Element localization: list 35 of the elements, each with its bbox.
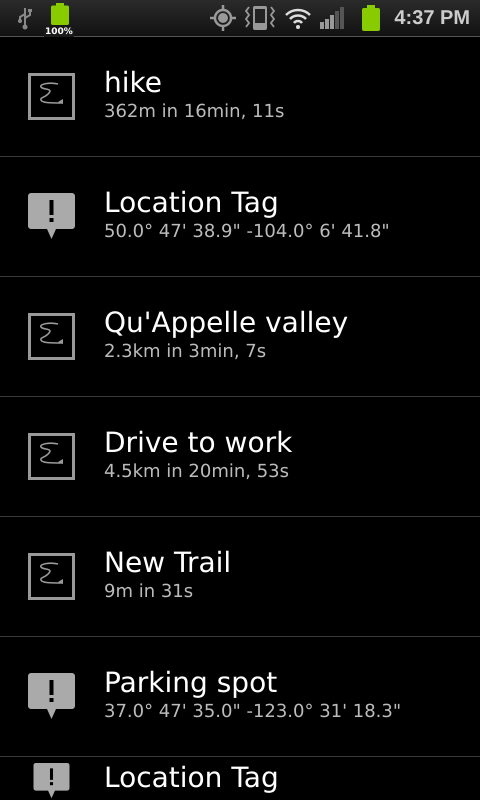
track-icon [28,433,75,480]
list-item[interactable]: Drive to work 4.5km in 20min, 53s [0,397,480,517]
clock-time: 4:37 PM [394,6,470,31]
list-item[interactable]: hike 362m in 16min, 11s [0,37,480,157]
item-title: Qu'Appelle valley [104,306,348,340]
item-subtitle: 2.3km in 3min, 7s [104,340,268,363]
item-subtitle: 9m in 31s [104,580,194,603]
item-title: Location Tag [104,186,280,220]
item-subtitle: 50.0° 47' 38.9" -104.0° 6' 41.8" [104,220,390,243]
track-icon [28,313,75,360]
alert-pin-icon [28,673,75,720]
item-title: hike [104,66,163,100]
item-subtitle: 4.5km in 20min, 53s [104,460,290,483]
list-item[interactable]: Location Tag [0,757,480,799]
item-title: Parking spot [104,666,278,700]
item-subtitle: 37.0° 47' 35.0" -123.0° 31' 18.3" [104,700,402,723]
vibrate-icon [244,4,276,32]
list-item[interactable]: Location Tag 50.0° 47' 38.9" -104.0° 6' 41.8" [0,157,480,277]
list-item[interactable]: Parking spot 37.0° 47' 35.0" -123.0° 31' 18.3" [0,637,480,757]
item-title: New Trail [104,546,232,580]
battery-icon [51,3,69,25]
item-title: Location Tag [104,761,279,795]
item-subtitle: 362m in 16min, 11s [104,100,284,123]
signal-icon [320,7,346,29]
list-item[interactable]: Qu'Appelle valley 2.3km in 3min, 7s [0,277,480,397]
list-item[interactable]: New Trail 9m in 31s [0,517,480,637]
battery-percent: 100% [44,28,74,37]
usb-icon [18,6,32,30]
alert-pin-icon [28,193,75,240]
track-icon [28,553,75,600]
battery-icon [362,5,380,31]
track-icon [28,73,75,120]
wifi-icon [284,6,312,30]
gps-icon [210,5,236,31]
item-title: Drive to work [104,426,292,460]
